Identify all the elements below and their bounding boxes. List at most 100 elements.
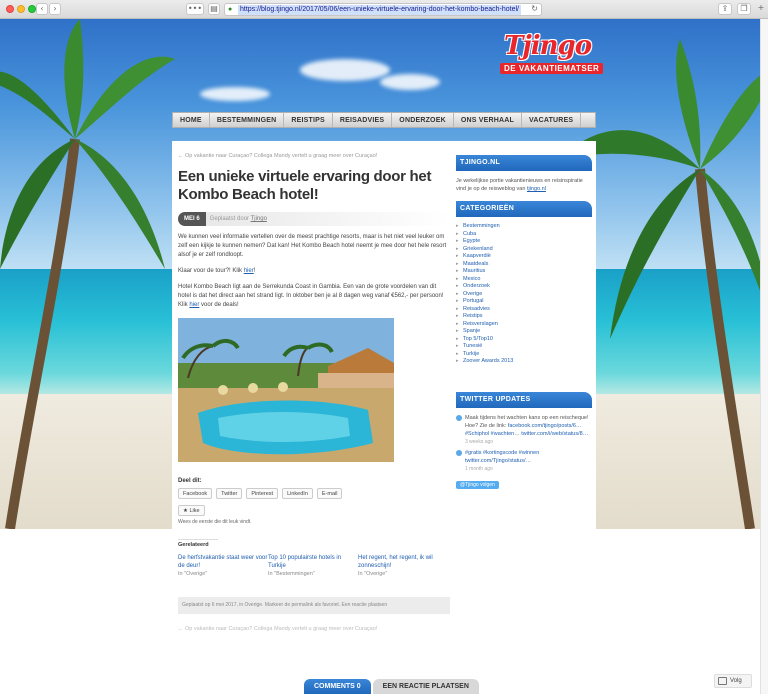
- previous-post-link-bottom[interactable]: ← Op vakantie naar Curaçao? Collega Mand…: [178, 626, 450, 633]
- post-column: ← Op vakantie naar Curaçao? Collega Mand…: [178, 153, 450, 633]
- category-item[interactable]: Egypte: [456, 238, 592, 246]
- category-list: Bestemmingen Cuba Egypte Griekenland Kaa…: [456, 223, 592, 366]
- tweet: Maak tijdens het wachten kans op een rei…: [456, 414, 592, 446]
- post-paragraph-1: We kunnen veel informatie vertellen over…: [178, 234, 447, 258]
- share-icon[interactable]: ⇪: [718, 3, 732, 15]
- share-title: Deel dit:: [178, 478, 202, 484]
- sidebar: TJINGO.NL Je wekelijkse portie vakantien…: [456, 155, 592, 491]
- tab-comments[interactable]: COMMENTS 0: [304, 679, 371, 694]
- category-item[interactable]: Tunesië: [456, 343, 592, 351]
- vertical-scrollbar[interactable]: [760, 19, 768, 694]
- category-item[interactable]: Griekenland: [456, 246, 592, 254]
- logo-tagline: DE VAKANTIEMATSER: [500, 63, 604, 74]
- p3-end: voor de deals!: [199, 302, 239, 308]
- p2-text: Klaar voor de tour?! Klik: [178, 268, 244, 274]
- sidebar-intro-text: Je wekelijkse portie vakantienieuws en r…: [456, 178, 583, 192]
- tabs-icon[interactable]: ❐: [737, 3, 751, 15]
- tour-link[interactable]: hier: [244, 268, 254, 274]
- sidebar-heading-twitter: TWITTER UPDATES: [456, 391, 592, 408]
- extensions-icon[interactable]: •••: [186, 3, 204, 15]
- palm-tree-left: [0, 19, 175, 529]
- main-nav: HOME BESTEMMINGEN REISTIPS REISADVIES ON…: [172, 112, 596, 128]
- share-buttons: Facebook Twitter Pinterest LinkedIn E-ma…: [178, 488, 450, 499]
- twitter-bird-icon: [456, 449, 462, 456]
- category-item[interactable]: Mauritius: [456, 268, 592, 276]
- nav-item-home[interactable]: HOME: [173, 113, 210, 127]
- tweet-link[interactable]: #gratis #kortingscode #winnen twitter.co…: [465, 450, 539, 464]
- nav-item-ons-verhaal[interactable]: ONS VERHAAL: [454, 113, 522, 127]
- related-post[interactable]: De herfstvakantie staat weer voor de deu…: [178, 554, 268, 577]
- category-item[interactable]: Onderzoek: [456, 283, 592, 291]
- related-post-title[interactable]: De herfstvakantie staat weer voor de deu…: [178, 554, 268, 570]
- related-posts: De herfstvakantie staat weer voor de deu…: [178, 554, 450, 577]
- category-item[interactable]: Kaapverdië: [456, 253, 592, 261]
- zoom-window-button[interactable]: [28, 5, 36, 13]
- category-item[interactable]: Top 5/Top10: [456, 336, 592, 344]
- nav-item-onderzoek[interactable]: ONDERZOEK: [392, 113, 454, 127]
- floating-follow-button[interactable]: Volg: [714, 674, 752, 688]
- related-post-title[interactable]: Top 10 populairste hotels in Turkije: [268, 554, 358, 570]
- category-item[interactable]: Reistips: [456, 313, 592, 321]
- sidebar-icon[interactable]: ▤: [208, 3, 220, 15]
- category-item[interactable]: Maatdeals: [456, 261, 592, 269]
- category-item[interactable]: Zoover Awards 2013: [456, 358, 592, 366]
- like-note: Wees de eerste die dit leuk vindt.: [178, 519, 252, 525]
- post-meta: MEI 6 Geplaatst door Tjingo: [178, 212, 450, 226]
- related-post-title[interactable]: Het regent, het regent, ik wil zonneschi…: [358, 554, 448, 570]
- related-post[interactable]: Top 10 populairste hotels in Turkije In …: [268, 554, 358, 577]
- category-item[interactable]: Reisverslagen: [456, 321, 592, 329]
- nav-item-vacatures[interactable]: VACATURES: [522, 113, 582, 127]
- follow-icon: [718, 677, 727, 685]
- category-item[interactable]: Reisadvies: [456, 306, 592, 314]
- share-linkedin-button[interactable]: LinkedIn: [282, 488, 313, 499]
- post-paragraph-2: Klaar voor de tour?! Klik hier!: [178, 267, 450, 276]
- share-facebook-button[interactable]: Facebook: [178, 488, 213, 499]
- close-window-button[interactable]: [6, 5, 14, 13]
- nav-item-bestemmingen[interactable]: BESTEMMINGEN: [210, 113, 285, 127]
- sidebar-intro: Je wekelijkse portie vakantienieuws en r…: [456, 177, 592, 193]
- tjingo-logo[interactable]: Tjingo DE VAKANTIEMATSER: [500, 27, 604, 81]
- back-icon[interactable]: ‹: [36, 3, 48, 15]
- post-title: Een unieke virtuele ervaring door het Ko…: [178, 168, 432, 203]
- tab-leave-reply[interactable]: EEN REACTIE PLAATSEN: [372, 679, 479, 694]
- tweet: #gratis #kortingscode #winnen twitter.co…: [456, 449, 592, 473]
- twitter-bird-icon: [456, 414, 462, 421]
- category-item[interactable]: Spanje: [456, 328, 592, 336]
- sidebar-heading-categories: CATEGORIEËN: [456, 201, 592, 217]
- category-item[interactable]: Turkije: [456, 351, 592, 359]
- minimize-window-button[interactable]: [17, 5, 25, 13]
- tweet-time: 1 month ago: [465, 465, 493, 472]
- category-item[interactable]: Overige: [456, 291, 592, 299]
- nav-item-reistips[interactable]: REISTIPS: [284, 113, 333, 127]
- p2-end: !: [253, 268, 256, 274]
- new-tab-icon[interactable]: +: [756, 3, 766, 15]
- author-link[interactable]: Tjingo: [251, 216, 267, 222]
- like-label: Like: [189, 508, 200, 514]
- category-item[interactable]: Portugal: [456, 298, 592, 306]
- hotel-pool-photo[interactable]: [178, 318, 394, 462]
- share-pinterest-button[interactable]: Pinterest: [246, 488, 279, 499]
- forward-icon[interactable]: ›: [49, 3, 61, 15]
- previous-post-link[interactable]: ← Op vakantie naar Curaçao? Collega Mand…: [178, 153, 450, 160]
- share-twitter-button[interactable]: Twitter: [216, 488, 243, 499]
- comment-tabs: COMMENTS 0 EEN REACTIE PLAATSEN: [304, 679, 479, 694]
- reload-icon[interactable]: ↻: [531, 4, 538, 13]
- category-item[interactable]: Mexico: [456, 276, 592, 284]
- like-button[interactable]: ★ Like: [178, 505, 205, 516]
- sidebar-intro-link[interactable]: tjingo.nl: [527, 186, 546, 192]
- cloud: [380, 74, 440, 90]
- cloud: [200, 87, 270, 101]
- nav-item-reisadvies[interactable]: REISADVIES: [333, 113, 393, 127]
- deals-link[interactable]: hier: [189, 302, 199, 308]
- post-footer: Geplaatst op 6 mei 2017, in Overige. Mar…: [178, 597, 450, 614]
- category-item[interactable]: Bestemmingen: [456, 223, 592, 231]
- share-email-button[interactable]: E-mail: [316, 488, 343, 499]
- tweet-time: 3 weeks ago: [465, 438, 494, 445]
- related-post-category: In "Bestemmingen": [268, 571, 315, 577]
- related-post[interactable]: Het regent, het regent, ik wil zonneschi…: [358, 554, 448, 577]
- category-item[interactable]: Cuba: [456, 231, 592, 239]
- url-text[interactable]: https://blog.tjingo.nl/2017/05/06/een-un…: [238, 5, 521, 15]
- follow-label: Volg: [730, 678, 742, 684]
- address-bar[interactable]: ● https://blog.tjingo.nl/2017/05/06/een-…: [224, 3, 542, 16]
- twitter-follow-button[interactable]: @Tjingo volgen: [456, 480, 499, 489]
